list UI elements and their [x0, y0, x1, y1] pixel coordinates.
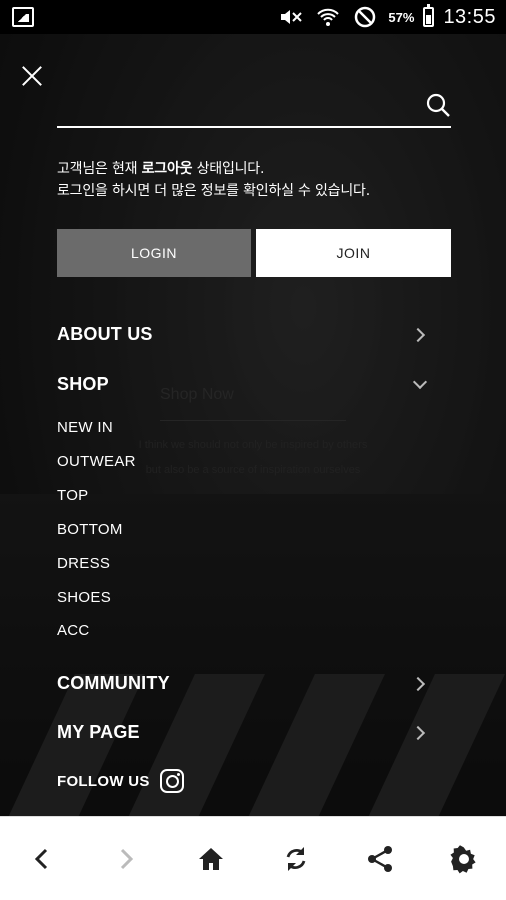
follow-us: FOLLOW US: [57, 769, 184, 793]
login-notice: 고객님은 현재 로그아웃 상태입니다. 로그인을 하시면 더 많은 정보를 확인…: [57, 158, 370, 202]
side-menu: 고객님은 현재 로그아웃 상태입니다. 로그인을 하시면 더 많은 정보를 확인…: [0, 34, 506, 816]
battery-percent: 57%: [388, 9, 415, 25]
nav-label: SHOP: [57, 374, 109, 394]
chevron-right-icon: [410, 327, 426, 342]
notice-logout-status: 로그아웃: [141, 161, 193, 177]
nav-label: ABOUT US: [57, 324, 153, 344]
notice-line-2: 로그인을 하시면 더 많은 정보를 확인하실 수 있습니다.: [57, 183, 370, 199]
nav-item-community[interactable]: COMMUNITY: [57, 673, 429, 694]
sub-item-shoes[interactable]: SHOES: [57, 589, 111, 606]
home-icon[interactable]: [195, 843, 227, 875]
share-icon[interactable]: [364, 843, 396, 875]
mute-icon: [277, 6, 305, 28]
battery-icon: [423, 4, 435, 27]
chevron-down-icon: [412, 374, 428, 389]
nav-label: MY PAGE: [57, 722, 140, 742]
nav-item-shop[interactable]: SHOP: [57, 374, 429, 395]
back-icon[interactable]: [26, 843, 58, 875]
forward-icon[interactable]: [110, 843, 142, 875]
sub-item-new-in[interactable]: NEW IN: [57, 419, 113, 436]
status-bar: 57% 13:55: [0, 0, 506, 34]
instagram-icon[interactable]: [159, 769, 184, 793]
settings-icon[interactable]: [448, 843, 480, 875]
sub-item-acc[interactable]: ACC: [57, 622, 90, 639]
sub-item-dress[interactable]: DRESS: [57, 555, 110, 572]
browser-toolbar: [0, 816, 506, 900]
do-not-disturb-icon: [351, 6, 379, 28]
close-icon[interactable]: [20, 64, 44, 88]
gallery-notification-icon: [12, 7, 34, 27]
login-button[interactable]: LOGIN: [57, 229, 251, 277]
notice-text-suffix: 상태입니다.: [192, 161, 265, 177]
sub-item-outwear[interactable]: OUTWEAR: [57, 453, 136, 470]
search-bar: [57, 86, 451, 128]
refresh-icon[interactable]: [280, 843, 312, 875]
status-icons: 57% 13:55: [277, 0, 496, 34]
search-icon[interactable]: [425, 92, 450, 117]
chevron-right-icon: [410, 725, 426, 740]
wifi-icon: [314, 6, 342, 28]
follow-us-label: FOLLOW US: [57, 772, 150, 790]
join-button[interactable]: JOIN: [256, 229, 451, 277]
nav-item-about-us[interactable]: ABOUT US: [57, 324, 429, 345]
sub-item-bottom[interactable]: BOTTOM: [57, 521, 123, 538]
sub-item-top[interactable]: TOP: [57, 487, 88, 504]
nav-label: COMMUNITY: [57, 673, 170, 693]
notice-text-prefix: 고객님은 현재: [57, 161, 142, 177]
search-input[interactable]: [57, 86, 407, 126]
chevron-right-icon: [410, 676, 426, 691]
nav-item-my-page[interactable]: MY PAGE: [57, 722, 429, 743]
clock: 13:55: [443, 5, 496, 28]
